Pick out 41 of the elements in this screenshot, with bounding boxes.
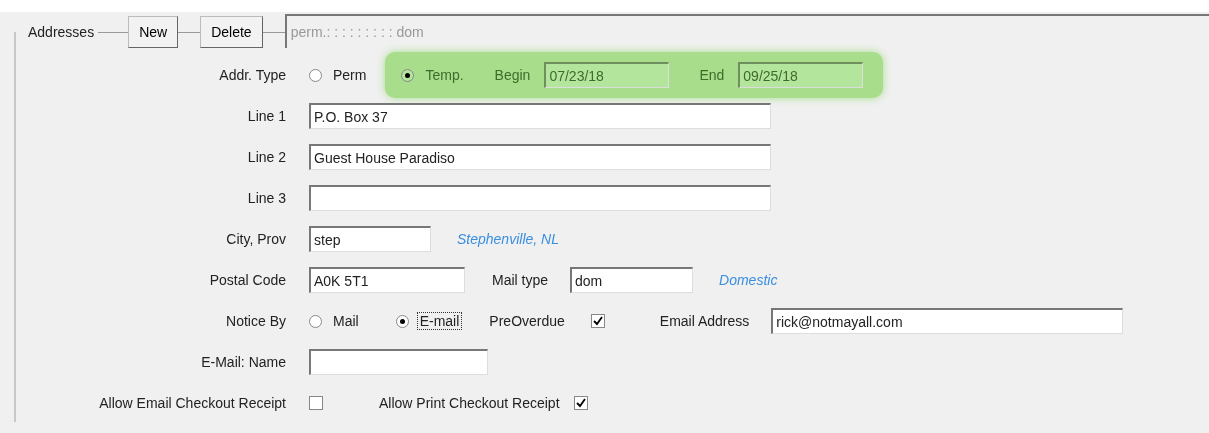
radio-button[interactable] [309,68,322,82]
date-field[interactable]: 07/23/18 [544,62,670,88]
input-field[interactable] [309,185,771,211]
field-label: Begin [494,67,531,83]
input-field[interactable]: dom [570,267,694,293]
radio-button[interactable] [395,314,409,328]
new-button[interactable]: New [128,16,179,48]
input-field[interactable]: P.O. Box 37 [309,103,771,129]
input-field[interactable]: Guest House Paradiso [309,144,771,170]
checkbox[interactable] [309,396,323,410]
radio-label: E-mail [416,312,463,330]
field-label: End [699,67,725,83]
email-field[interactable]: rick@notmayall.com [771,308,1124,334]
radio-label: Mail [332,312,360,330]
radio-label: Perm [332,66,368,84]
lookup-text: Stephenville, NL [457,231,559,247]
field-label: Line 2 [246,149,286,165]
radio-button[interactable] [401,68,415,82]
checkbox[interactable] [573,396,588,410]
field-label: Line 1 [246,108,286,124]
field-label: PreOverdue [489,313,565,329]
field-label: Postal Code [208,272,286,288]
radio-button[interactable] [309,314,322,328]
field-label: Email Address [659,313,750,329]
group-title: Addresses [27,24,96,40]
input-field[interactable]: A0K 5T1 [309,267,465,293]
date-field[interactable]: 09/25/18 [738,62,864,88]
radio-label: Temp. [424,66,465,84]
field-label: City, Prov [225,231,286,247]
field-label: Mail type [492,272,549,288]
field-label: Line 3 [246,190,286,206]
field-label: Allow Email Checkout Receipt [98,395,286,411]
delete-button[interactable]: Delete [200,16,263,48]
lookup-text: Domestic [719,272,778,288]
field-label: E-Mail: Name [200,354,286,370]
field-label: Allow Print Checkout Receipt [379,395,560,411]
input-field[interactable] [309,349,488,375]
field-label: Addr. Type [218,67,286,83]
checkbox[interactable] [590,314,605,328]
field-label: Notice By [225,313,286,329]
input-field[interactable]: step [309,226,431,252]
